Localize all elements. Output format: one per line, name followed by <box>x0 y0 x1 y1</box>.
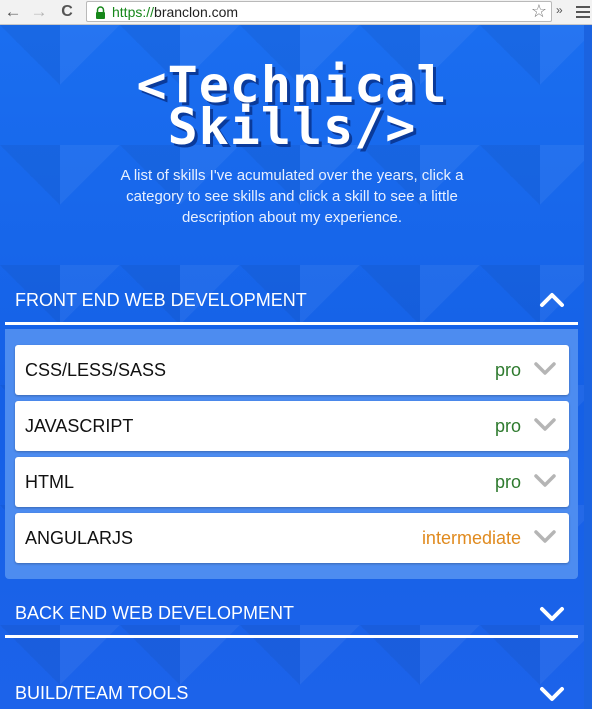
category-divider <box>5 322 578 325</box>
url-host: branclon.com <box>154 4 239 20</box>
page-content: <Technical Skills/> A list of skills I'v… <box>0 25 592 709</box>
chevron-down-icon[interactable] <box>533 361 557 377</box>
chevron-up-icon[interactable] <box>538 288 566 312</box>
category-label: BACK END WEB DEVELOPMENT <box>15 603 295 623</box>
skill-level: intermediate <box>421 528 521 548</box>
bookmark-star-icon[interactable]: ☆ <box>531 2 547 21</box>
reload-icon[interactable]: C <box>56 1 78 23</box>
page-scrollbar[interactable] <box>584 25 592 709</box>
category-build-team-tools[interactable]: BUILD/TEAM TOOLS <box>0 668 580 709</box>
category-label: BUILD/TEAM TOOLS <box>15 683 189 703</box>
skill-level: pro <box>494 360 521 380</box>
category-label: FRONT END WEB DEVELOPMENT <box>15 290 307 310</box>
skill-name: HTML <box>25 472 74 492</box>
address-bar[interactable]: https://branclon.com ☆ <box>86 1 552 22</box>
extensions-overflow-icon[interactable]: » <box>556 3 563 17</box>
browser-toolbar: ← → C https://branclon.com ☆ » <box>0 0 592 25</box>
url-text: https://branclon.com <box>112 4 238 20</box>
lock-icon <box>96 6 105 19</box>
skill-level: pro <box>494 472 521 492</box>
skill-item-angularjs[interactable]: ANGULARJS intermediate <box>15 513 569 563</box>
category-divider <box>5 635 578 638</box>
skills-list: CSS/LESS/SASS pro JAVASCRIPT pro HTML pr… <box>5 329 578 579</box>
skill-name: ANGULARJS <box>25 528 134 548</box>
skill-level: pro <box>494 416 521 436</box>
chevron-down-icon[interactable] <box>533 417 557 433</box>
url-scheme: https:// <box>112 4 155 20</box>
chevron-down-icon[interactable] <box>533 529 557 545</box>
skill-item-css[interactable]: CSS/LESS/SASS pro <box>15 345 569 395</box>
skill-item-javascript[interactable]: JAVASCRIPT pro <box>15 401 569 451</box>
chevron-down-icon[interactable] <box>533 473 557 489</box>
hamburger-menu-icon[interactable] <box>576 4 590 18</box>
back-arrow-icon[interactable]: ← <box>2 1 24 23</box>
page-title-line-2: Skills/> <box>167 98 417 156</box>
skill-name: JAVASCRIPT <box>25 416 134 436</box>
forward-arrow-icon[interactable]: → <box>28 1 50 23</box>
intro-text: A list of skills I've acumulated over th… <box>120 167 464 226</box>
category-back-end[interactable]: BACK END WEB DEVELOPMENT <box>0 588 580 638</box>
chevron-down-icon[interactable] <box>538 681 566 705</box>
chevron-down-icon[interactable] <box>538 601 566 625</box>
skill-name: CSS/LESS/SASS <box>25 360 167 380</box>
skill-item-html[interactable]: HTML pro <box>15 457 569 507</box>
category-front-end[interactable]: FRONT END WEB DEVELOPMENT <box>0 275 580 325</box>
